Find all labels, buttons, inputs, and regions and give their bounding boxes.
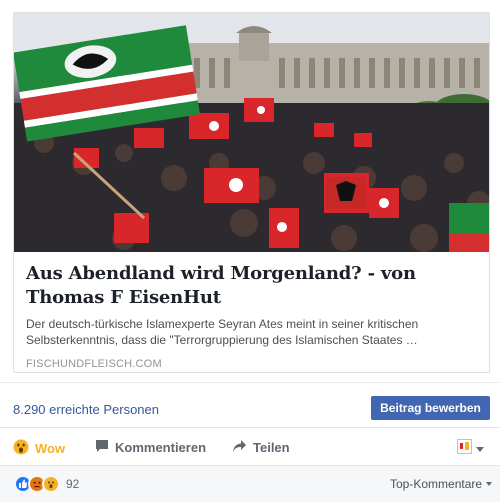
- link-preview-card[interactable]: Aus Abendland wird Morgenland? - von Tho…: [13, 12, 490, 373]
- chevron-down-icon: [486, 482, 493, 486]
- post-insights-row: 8.290 erreichte Personen Beitrag bewerbe…: [0, 382, 500, 426]
- link-domain: FISCHUNDFLEISCH.COM: [26, 358, 162, 370]
- reactions-summary-row: 92 Top-Kommentare: [0, 465, 500, 502]
- comment-icon: [95, 439, 109, 456]
- post-action-bar: Wow Kommentieren Teilen: [0, 427, 500, 465]
- reaction-button[interactable]: Wow: [13, 439, 65, 458]
- share-label: Teilen: [253, 440, 290, 455]
- comment-sort-dropdown[interactable]: Top-Kommentare: [390, 477, 493, 491]
- link-preview-text[interactable]: Aus Abendland wird Morgenland? - von Tho…: [14, 252, 489, 372]
- wow-icon: [13, 439, 29, 458]
- comment-label: Kommentieren: [115, 440, 207, 455]
- reaction-icons[interactable]: [14, 475, 60, 493]
- preview-image[interactable]: [14, 13, 489, 252]
- link-headline[interactable]: Aus Abendland wird Morgenland? - von Tho…: [26, 262, 477, 310]
- crowd-photo-illustration: [14, 13, 489, 252]
- comment-button[interactable]: Kommentieren: [95, 439, 206, 456]
- reaction-label: Wow: [35, 441, 66, 456]
- link-description: Der deutsch-türkische Islamexperte Seyra…: [26, 317, 419, 347]
- boost-post-button[interactable]: Beitrag bewerben: [371, 396, 490, 420]
- commenter-switcher[interactable]: [457, 439, 484, 459]
- wow-icon: [42, 475, 60, 493]
- page-avatar-icon: [457, 439, 472, 459]
- share-icon: [232, 439, 247, 456]
- comment-sort-label: Top-Kommentare: [390, 477, 483, 491]
- reach-count-link[interactable]: 8.290 erreichte Personen: [13, 402, 159, 417]
- reaction-count[interactable]: 92: [66, 477, 79, 491]
- share-button[interactable]: Teilen: [232, 439, 290, 456]
- chevron-down-icon: [476, 446, 484, 452]
